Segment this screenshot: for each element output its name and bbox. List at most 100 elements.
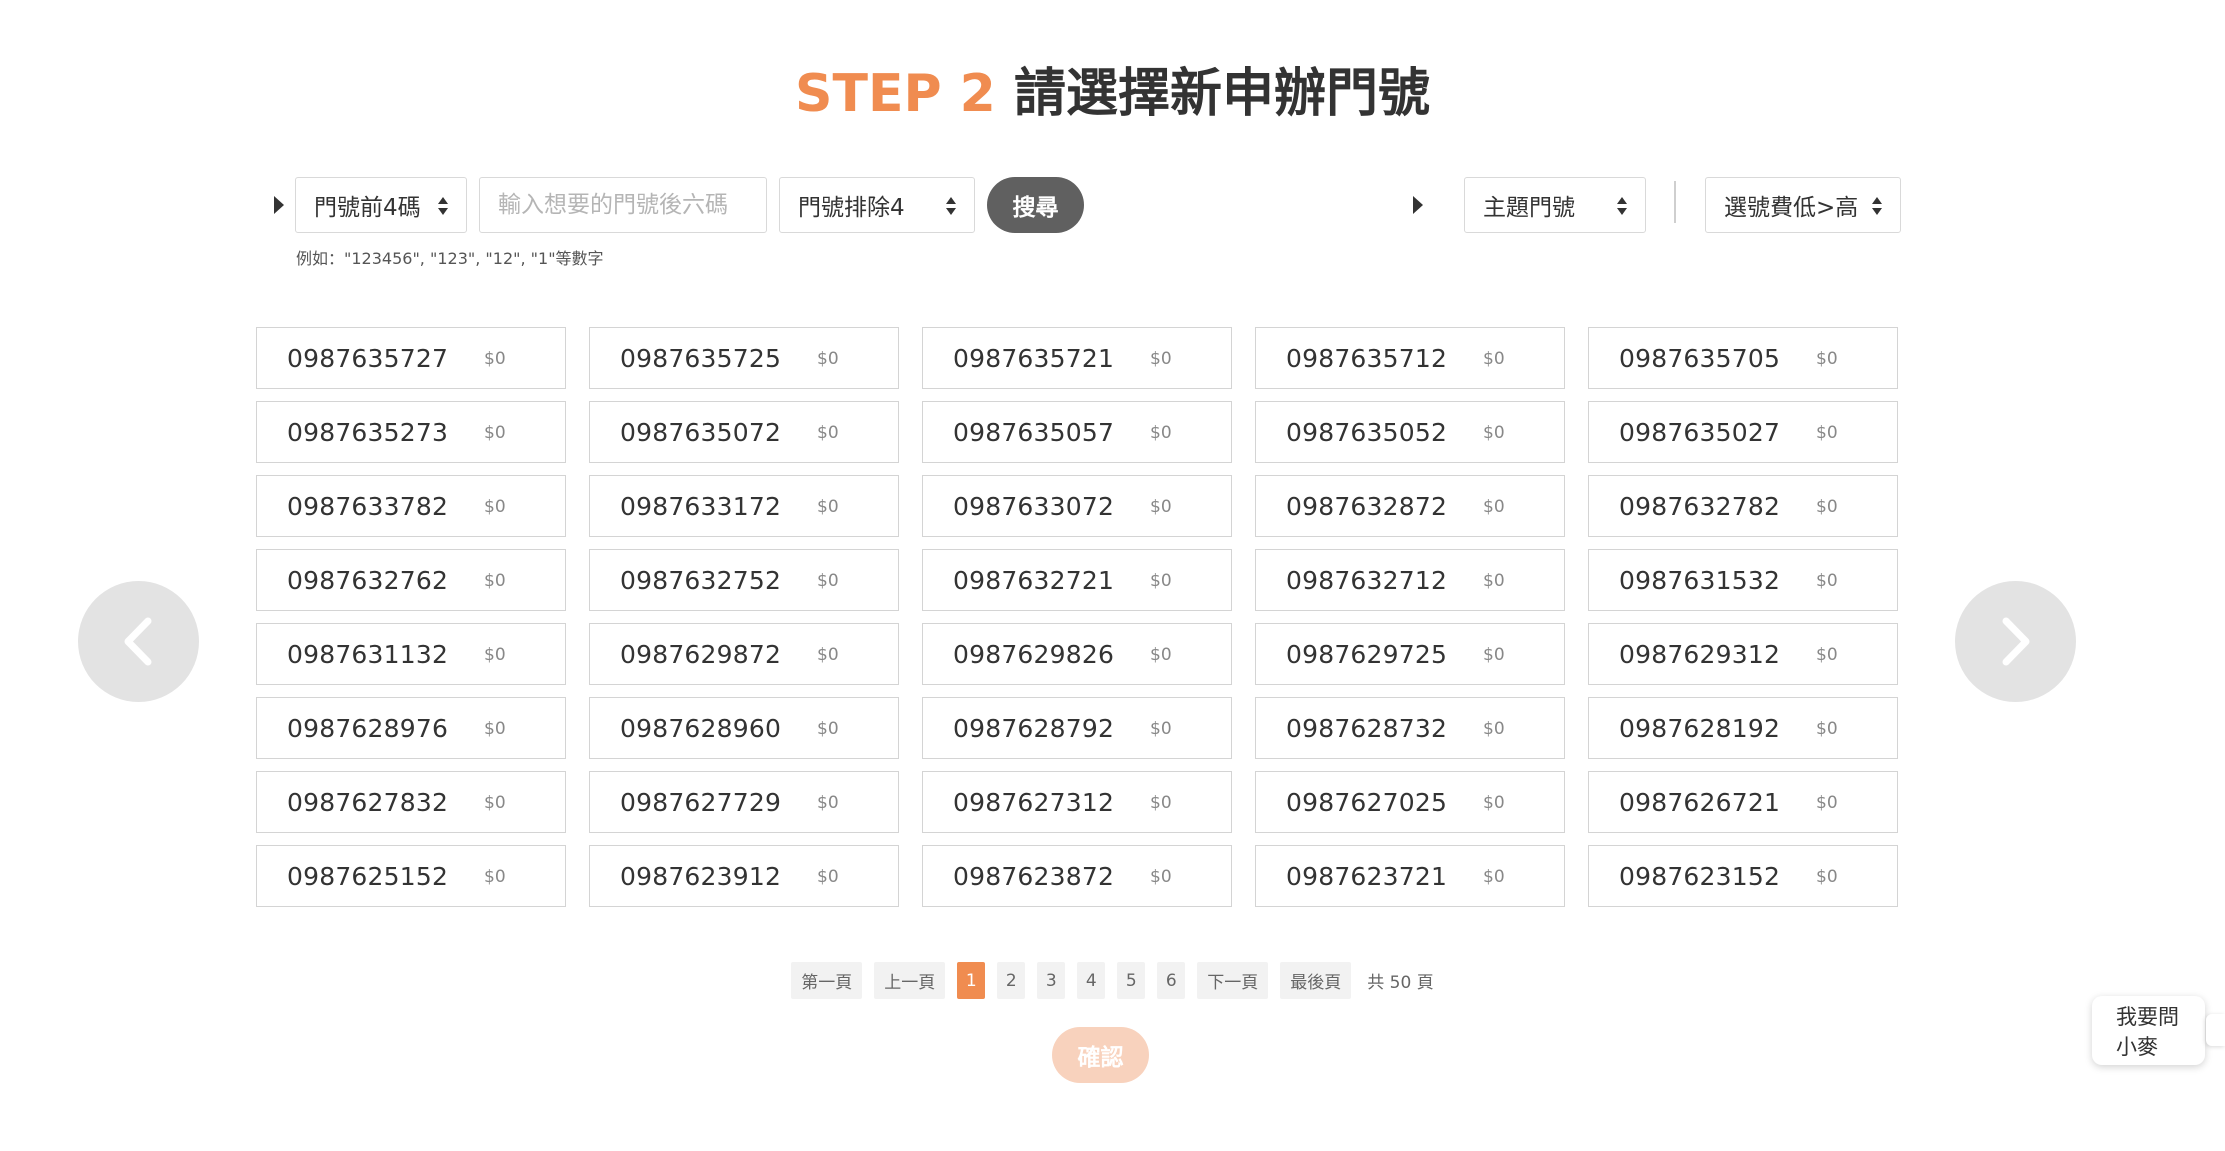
- number-price: $0: [1816, 793, 1838, 813]
- number-option[interactable]: 0987635027 $0: [1588, 401, 1898, 463]
- number-option[interactable]: 0987635057 $0: [922, 401, 1232, 463]
- number-price: $0: [1483, 867, 1505, 887]
- number-option[interactable]: 0987627729 $0: [589, 771, 899, 833]
- number-option[interactable]: 0987628192 $0: [1588, 697, 1898, 759]
- number-option[interactable]: 0987629725 $0: [1255, 623, 1565, 685]
- number-option[interactable]: 0987631132 $0: [256, 623, 566, 685]
- number-option[interactable]: 0987628976 $0: [256, 697, 566, 759]
- page-link-4[interactable]: 4: [1077, 962, 1106, 999]
- number-price: $0: [484, 423, 506, 443]
- number-price: $0: [1816, 349, 1838, 369]
- sort-select[interactable]: 選號費低>高: [1705, 177, 1901, 233]
- number-option[interactable]: 0987623721 $0: [1255, 845, 1565, 907]
- number-price: $0: [1483, 793, 1505, 813]
- number-price: $0: [1150, 349, 1172, 369]
- page-link-5[interactable]: 5: [1117, 962, 1146, 999]
- phone-number: 0987632872: [1286, 492, 1448, 521]
- phone-number: 0987635057: [953, 418, 1115, 447]
- phone-number: 0987635072: [620, 418, 782, 447]
- number-option[interactable]: 0987623912 $0: [589, 845, 899, 907]
- number-option[interactable]: 0987625152 $0: [256, 845, 566, 907]
- number-option[interactable]: 0987626721 $0: [1588, 771, 1898, 833]
- chat-widget[interactable]: 我要問 小麥: [2092, 996, 2205, 1065]
- number-option[interactable]: 0987627832 $0: [256, 771, 566, 833]
- number-option[interactable]: 0987629826 $0: [922, 623, 1232, 685]
- sort-caret-icon: [438, 197, 448, 215]
- next-page-button[interactable]: [1955, 581, 2076, 702]
- search-input[interactable]: [479, 177, 767, 233]
- sort-caret-icon: [1617, 197, 1627, 215]
- number-option[interactable]: 0987635727 $0: [256, 327, 566, 389]
- confirm-button[interactable]: 確認: [1052, 1027, 1149, 1083]
- phone-number: 0987629872: [620, 640, 782, 669]
- number-option[interactable]: 0987635712 $0: [1255, 327, 1565, 389]
- number-price: $0: [817, 719, 839, 739]
- number-option[interactable]: 0987633172 $0: [589, 475, 899, 537]
- number-price: $0: [1816, 423, 1838, 443]
- number-option[interactable]: 0987628960 $0: [589, 697, 899, 759]
- phone-number: 0987633072: [953, 492, 1115, 521]
- page-link-2[interactable]: 2: [997, 962, 1026, 999]
- page-link-1[interactable]: 1: [957, 962, 986, 999]
- prev-page-button[interactable]: [78, 581, 199, 702]
- number-price: $0: [1483, 349, 1505, 369]
- number-option[interactable]: 0987628732 $0: [1255, 697, 1565, 759]
- phone-number: 0987635727: [287, 344, 449, 373]
- number-option[interactable]: 0987635052 $0: [1255, 401, 1565, 463]
- number-option[interactable]: 0987635725 $0: [589, 327, 899, 389]
- phone-number: 0987623152: [1619, 862, 1781, 891]
- page-link-6[interactable]: 6: [1157, 962, 1186, 999]
- number-option[interactable]: 0987635705 $0: [1588, 327, 1898, 389]
- number-option[interactable]: 0987623152 $0: [1588, 845, 1898, 907]
- number-option[interactable]: 0987632721 $0: [922, 549, 1232, 611]
- number-option[interactable]: 0987635721 $0: [922, 327, 1232, 389]
- number-price: $0: [1150, 497, 1172, 517]
- number-price: $0: [817, 793, 839, 813]
- number-price: $0: [1150, 571, 1172, 591]
- exclude-select[interactable]: 門號排除4: [779, 177, 975, 233]
- number-price: $0: [817, 423, 839, 443]
- number-option[interactable]: 0987629872 $0: [589, 623, 899, 685]
- theme-select[interactable]: 主題門號: [1464, 177, 1646, 233]
- first-page-link[interactable]: 第一頁: [791, 962, 863, 999]
- search-button[interactable]: 搜尋: [987, 177, 1084, 233]
- phone-number: 0987631132: [287, 640, 449, 669]
- phone-number: 0987623872: [953, 862, 1115, 891]
- number-price: $0: [1816, 867, 1838, 887]
- number-option[interactable]: 0987633782 $0: [256, 475, 566, 537]
- caret-right-icon: [274, 196, 284, 214]
- number-option[interactable]: 0987631532 $0: [1588, 549, 1898, 611]
- chat-tab[interactable]: [2206, 1014, 2225, 1046]
- number-option[interactable]: 0987627312 $0: [922, 771, 1232, 833]
- chevron-left-icon: [124, 617, 152, 666]
- number-option[interactable]: 0987628792 $0: [922, 697, 1232, 759]
- number-price: $0: [1150, 793, 1172, 813]
- number-option[interactable]: 0987632872 $0: [1255, 475, 1565, 537]
- number-price: $0: [1150, 423, 1172, 443]
- number-price: $0: [484, 719, 506, 739]
- number-option[interactable]: 0987635273 $0: [256, 401, 566, 463]
- number-option[interactable]: 0987623872 $0: [922, 845, 1232, 907]
- number-price: $0: [484, 571, 506, 591]
- exclude-select-label: 門號排除4: [798, 195, 905, 221]
- prefix-select-label: 門號前4碼: [314, 195, 421, 221]
- prev-page-link[interactable]: 上一頁: [874, 962, 946, 999]
- phone-number: 0987627832: [287, 788, 449, 817]
- phone-number: 0987635712: [1286, 344, 1448, 373]
- number-option[interactable]: 0987633072 $0: [922, 475, 1232, 537]
- page-link-3[interactable]: 3: [1037, 962, 1066, 999]
- number-option[interactable]: 0987635072 $0: [589, 401, 899, 463]
- phone-number: 0987627312: [953, 788, 1115, 817]
- next-page-link[interactable]: 下一頁: [1197, 962, 1269, 999]
- number-option[interactable]: 0987632752 $0: [589, 549, 899, 611]
- prefix-select[interactable]: 門號前4碼: [295, 177, 467, 233]
- number-option[interactable]: 0987632762 $0: [256, 549, 566, 611]
- last-page-link[interactable]: 最後頁: [1280, 962, 1352, 999]
- number-price: $0: [1816, 497, 1838, 517]
- number-option[interactable]: 0987632712 $0: [1255, 549, 1565, 611]
- number-option[interactable]: 0987627025 $0: [1255, 771, 1565, 833]
- number-option[interactable]: 0987629312 $0: [1588, 623, 1898, 685]
- number-price: $0: [817, 349, 839, 369]
- number-option[interactable]: 0987632782 $0: [1588, 475, 1898, 537]
- phone-number: 0987635052: [1286, 418, 1448, 447]
